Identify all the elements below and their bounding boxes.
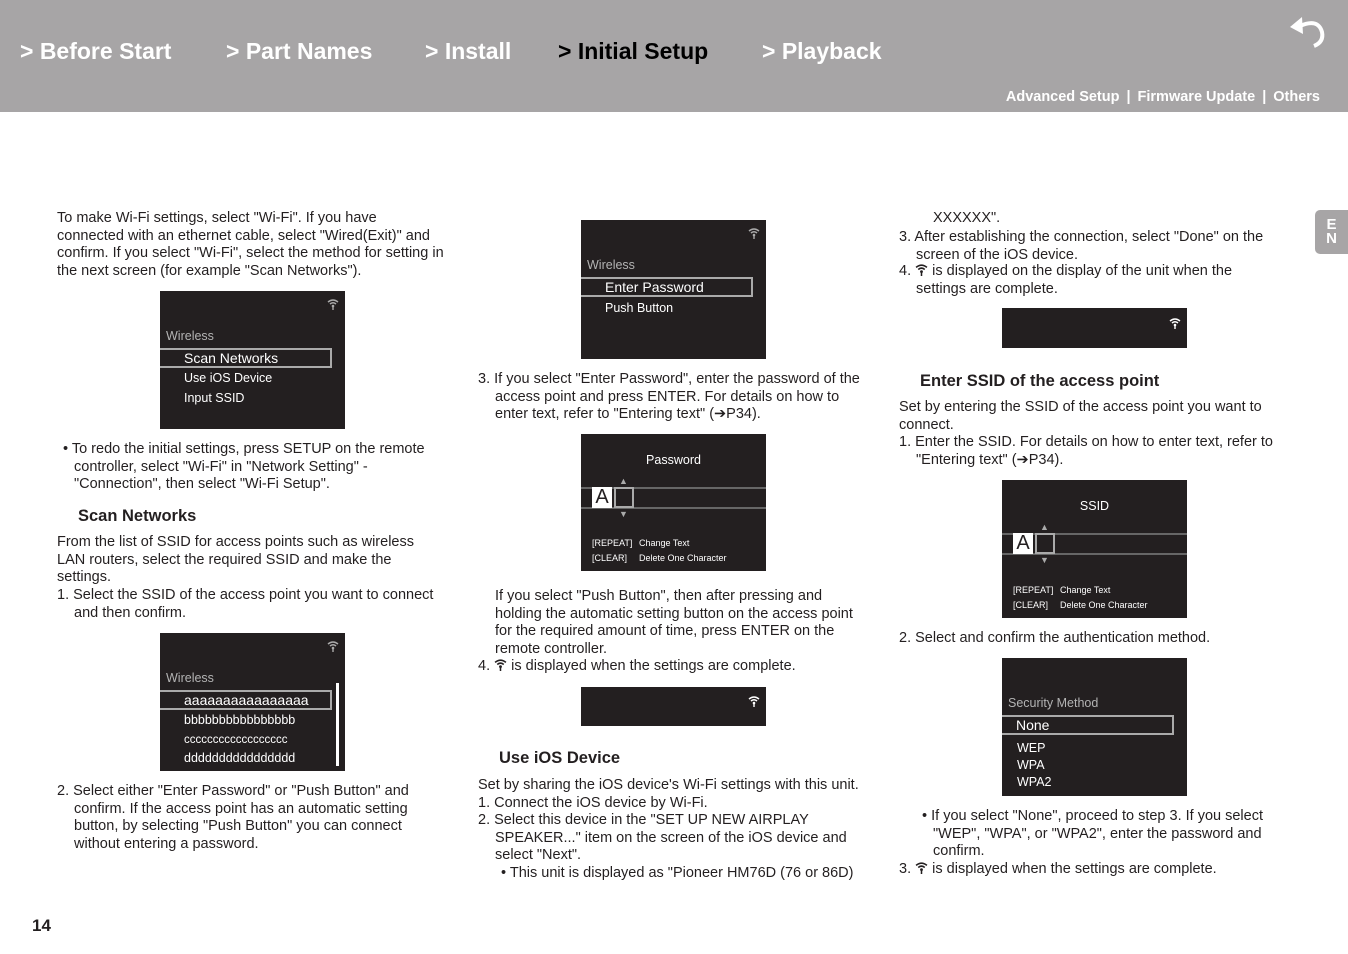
step-2: 2. Select this device in the "SET UP NEW… — [478, 812, 847, 863]
step-2: 2. Select either "Enter Password" or "Pu… — [57, 783, 409, 852]
menu-item: bbbbbbbbbbbbbbbb — [184, 713, 296, 727]
wifi-icon — [915, 861, 928, 874]
intro-paragraph: To make Wi-Fi settings, select "Wi-Fi". … — [57, 210, 444, 279]
menu-item: WPA — [1017, 758, 1045, 772]
hint-key: [REPEAT] — [592, 538, 633, 548]
screen-title: Wireless — [166, 671, 214, 685]
wifi-icon — [748, 695, 760, 707]
paragraph: From the list of SSID for access points … — [57, 534, 414, 585]
continued-text: XXXXXX". — [933, 210, 1001, 226]
nav-playback[interactable]: > Playback — [762, 38, 882, 65]
menu-item: cccccccccccccccccc — [184, 734, 288, 746]
nav-part-names[interactable]: > Part Names — [226, 38, 372, 65]
step-1: 1. Connect the iOS device by Wi-Fi. — [478, 795, 708, 811]
input-char: A — [592, 487, 612, 508]
step-3: 3. After establishing the connection, se… — [899, 229, 1264, 263]
bullet-note: • If you select "None", proceed to step … — [922, 808, 1263, 859]
screen-password-method: Wireless Enter Password Push Button — [581, 220, 766, 359]
screen-title: SSID — [1079, 499, 1110, 513]
hint-text: Delete One Character — [639, 553, 727, 563]
paragraph: If you select "Push Button", then after … — [495, 588, 853, 657]
wifi-icon — [494, 658, 507, 671]
link-others[interactable]: Others — [1273, 89, 1320, 105]
nav-initial-setup[interactable]: > Initial Setup — [558, 38, 708, 65]
scrollbar — [336, 683, 339, 766]
step-1: 1. Enter the SSID. For details on how to… — [899, 434, 1273, 468]
heading-scan-networks: Scan Networks — [78, 507, 197, 525]
screen-title: Security Method — [1008, 696, 1099, 710]
paragraph: Set by sharing the iOS device's Wi-Fi se… — [478, 777, 859, 793]
screen-title: Wireless — [166, 329, 214, 343]
screen-connected — [1002, 308, 1187, 348]
step-2: 2. Select and confirm the authentication… — [899, 630, 1211, 646]
hint-text: Change Text — [1060, 585, 1111, 595]
screen-ssid-list: Wireless aaaaaaaaaaaaaaaa bbbbbbbbbbbbbb… — [160, 633, 345, 771]
menu-item: Use iOS Device — [184, 371, 273, 385]
hint-key: [CLEAR] — [592, 553, 628, 563]
screen-password-entry: Password ▲ A ▼ [REPEAT] Change Text [CLEA… — [581, 434, 766, 571]
menu-item: Push Button — [605, 301, 674, 315]
paragraph: Set by entering the SSID of the access p… — [899, 399, 1262, 433]
wifi-icon — [748, 227, 760, 239]
heading-use-ios-device: Use iOS Device — [499, 749, 621, 767]
menu-item: WPA2 — [1017, 775, 1052, 789]
sub-nav: Advanced Setup | Firmware Update | Others — [1005, 89, 1320, 105]
bullet-note: • This unit is displayed as "Pioneer HM7… — [501, 865, 854, 881]
input-char: A — [1013, 533, 1033, 554]
nav-install[interactable]: > Install — [425, 38, 511, 65]
cursor — [1035, 533, 1055, 554]
screen-title: Wireless — [587, 258, 635, 272]
wifi-icon — [915, 263, 928, 276]
step-4: 4. is displayed on the display of the un… — [899, 263, 1233, 297]
screen-connected — [581, 687, 766, 726]
wifi-icon — [327, 640, 339, 652]
step-3: 3. If you select "Enter Password", enter… — [478, 371, 860, 422]
screen-wireless-menu: Wireless Scan Networks Use iOS Device In… — [160, 291, 345, 429]
header-bar: > Before Start > Part Names > Install > … — [0, 0, 1348, 112]
nav-before-start[interactable]: > Before Start — [20, 38, 171, 65]
wifi-icon — [1169, 317, 1181, 329]
hint-key: [REPEAT] — [1013, 585, 1054, 595]
menu-item: WEP — [1017, 741, 1046, 755]
hint-text: Delete One Character — [1060, 600, 1148, 610]
step-1: 1. Select the SSID of the access point y… — [57, 587, 434, 621]
bullet-note: • To redo the initial settings, press SE… — [63, 441, 425, 492]
screen-title: Password — [646, 453, 701, 467]
selected-item: Enter Password — [581, 277, 753, 297]
language-tab[interactable]: EN — [1315, 210, 1348, 254]
menu-item: Input SSID — [184, 391, 245, 405]
link-advanced-setup[interactable]: Advanced Setup — [1006, 89, 1120, 105]
screen-ssid-entry: SSID ▲ A ▼ [REPEAT] Change Text [CLEAR] De… — [1002, 480, 1187, 618]
link-firmware-update[interactable]: Firmware Update — [1138, 89, 1256, 105]
hint-key: [CLEAR] — [1013, 600, 1049, 610]
cursor — [614, 487, 634, 508]
selected-item: None — [1002, 715, 1174, 735]
step-3: 3. is displayed when the settings are co… — [899, 861, 1217, 877]
hint-text: Change Text — [639, 538, 690, 548]
screen-security-method: Security Method None WEP WPA WPA2 — [1002, 658, 1187, 796]
wifi-icon — [327, 298, 339, 310]
selected-item: Scan Networks — [160, 348, 332, 368]
selected-item: aaaaaaaaaaaaaaaa — [160, 690, 332, 710]
menu-item: dddddddddddddddd — [184, 751, 296, 765]
page-number: 14 — [32, 916, 51, 935]
return-arrow-icon[interactable] — [1286, 14, 1330, 50]
heading-enter-ssid: Enter SSID of the access point — [920, 372, 1160, 390]
step-4: 4. is displayed when the settings are co… — [478, 658, 796, 674]
